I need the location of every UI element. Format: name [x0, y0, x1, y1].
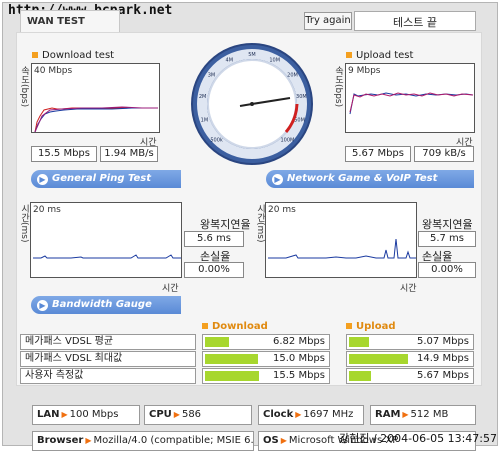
ping-left-line [33, 254, 181, 259]
ping-right-loss-value: 0.00% [418, 262, 476, 278]
bandwidth-download-header: Download [202, 321, 268, 332]
arrow-right-icon: ▶ [402, 410, 409, 419]
arrow-right-icon: ▶ [295, 410, 302, 419]
clock-info: Clock ▶ 1697 MHz [258, 405, 364, 425]
ram-info: RAM ▶ 512 MB [370, 405, 476, 425]
download-line-magenta [34, 106, 158, 132]
upload-speed-kbs: 709 kB/s [414, 146, 474, 162]
ping-right-chart-line [268, 238, 416, 259]
bandwidth-download-bar: 15.5 Mbps [202, 368, 330, 384]
upload-axis-unit: 속도(bps) [333, 66, 343, 108]
download-speed-mbps: 15.5 Mbps [31, 146, 97, 162]
bandwidth-download-value: 15.0 Mbps [273, 353, 325, 364]
speed-gauge: 500k 1M 2M 3M 4M 5M 10M 20M 30M 50M 100M [191, 43, 313, 165]
gauge-tick-label: 100M [280, 137, 294, 143]
lan-info: LAN ▶ 100 Mbps [32, 405, 140, 425]
arrow-right-icon: ▶ [85, 436, 92, 445]
browser-info: Browser ▶ Mozilla/4.0 (compatible; MSIE 6.… [32, 431, 254, 451]
ping-left-chart-line [33, 254, 181, 259]
gauge-tick-label: 500k [210, 137, 223, 143]
ping-left-rtt-value: 5.6 ms [184, 231, 244, 247]
bandwidth-download-value: 15.5 Mbps [273, 370, 325, 381]
ping-right-time-label: 시간 [400, 284, 417, 294]
gauge-tick-label: 20M [287, 73, 298, 79]
bandwidth-upload-bar: 5.07 Mbps [346, 334, 474, 350]
gauge-tick-label: 30M [296, 94, 307, 100]
bandwidth-download-fill [205, 337, 229, 347]
author-timestamp: 강현진 / 2004-06-05 13:47:57 [339, 432, 497, 445]
ping-left-time-label: 시간 [162, 284, 179, 294]
bullet-icon [32, 52, 38, 58]
cpu-info: CPU ▶ 586 [144, 405, 252, 425]
gauge-tick-label: 1M [201, 118, 209, 124]
ping-right-rtt-value: 5.7 ms [418, 231, 476, 247]
ping-left-loss-value: 0.00% [184, 262, 244, 278]
bandwidth-upload-fill [349, 371, 371, 381]
arrow-right-icon: ▶ [37, 174, 48, 185]
gauge-tick-label: 3M [208, 73, 216, 79]
ping-right-chart: 20 ms [265, 202, 417, 278]
try-again-button[interactable]: Try again [304, 12, 352, 30]
bandwidth-upload-value: 5.07 Mbps [417, 336, 469, 347]
gauge-hub [250, 102, 254, 106]
arrow-right-icon: ▶ [272, 174, 283, 185]
bandwidth-download-fill [205, 371, 259, 381]
bandwidth-row-label: 메가패스 VDSL 평균 [20, 334, 196, 350]
arrow-right-icon: ▶ [280, 436, 287, 445]
bandwidth-download-fill [205, 354, 258, 364]
gauge-tick-label: 5M [248, 52, 256, 58]
bandwidth-gauge-header: ▶ Bandwidth Gauge [31, 296, 181, 314]
gauge-tick-label: 50M [294, 118, 305, 124]
bandwidth-upload-fill [349, 354, 408, 364]
download-chart-lines [34, 106, 158, 132]
bandwidth-row-label: 메가패스 VDSL 최대값 [20, 351, 196, 367]
bullet-icon [346, 323, 352, 329]
bandwidth-upload-bar: 5.67 Mbps [346, 368, 474, 384]
upload-speed-mbps: 5.67 Mbps [345, 146, 411, 162]
bullet-icon [202, 323, 208, 329]
download-line-blue [34, 107, 158, 132]
arrow-right-icon: ▶ [61, 410, 68, 419]
upload-chart-lines [349, 92, 474, 115]
bandwidth-row-label: 사용자 측정값 [20, 368, 196, 384]
bandwidth-upload-value: 14.9 Mbps [417, 353, 469, 364]
upload-chart: 9 Mbps [345, 63, 475, 133]
bullet-icon [346, 52, 352, 58]
download-test-title: Download test [32, 50, 114, 61]
gauge-tick-label: 2M [199, 94, 207, 100]
bandwidth-upload-value: 5.67 Mbps [417, 370, 469, 381]
bandwidth-upload-fill [349, 337, 369, 347]
bandwidth-upload-header: Upload [346, 321, 395, 332]
download-speed-mbs: 1.94 MB/s [100, 146, 158, 162]
download-chart: 40 Mbps [31, 63, 160, 133]
general-ping-test-header: ▶ General Ping Test [31, 170, 181, 188]
gauge-tick-label: 10M [269, 57, 280, 63]
arrow-right-icon: ▶ [37, 300, 48, 311]
download-axis-unit: 속도(bps) [19, 66, 29, 108]
bandwidth-download-value: 6.82 Mbps [273, 336, 325, 347]
network-game-voip-header: ▶ Network Game & VoIP Test [266, 170, 474, 188]
gauge-tick-label: 4M [226, 57, 234, 63]
bandwidth-download-bar: 6.82 Mbps [202, 334, 330, 350]
tab-wan-test[interactable]: WAN TEST [20, 10, 120, 32]
ping-right-rtt-label: 왕복지연율 [422, 218, 473, 231]
ping-left-chart: 20 ms [30, 202, 182, 278]
ping-left-rtt-label: 왕복지연율 [200, 218, 251, 231]
bandwidth-upload-bar: 14.9 Mbps [346, 351, 474, 367]
arrow-right-icon: ▶ [173, 410, 180, 419]
upload-line-magenta [349, 92, 474, 113]
status-field: 테스트 끝 [354, 11, 476, 31]
ping-right-line [268, 238, 416, 259]
upload-test-title: Upload test [346, 50, 413, 61]
bandwidth-download-bar: 15.0 Mbps [202, 351, 330, 367]
